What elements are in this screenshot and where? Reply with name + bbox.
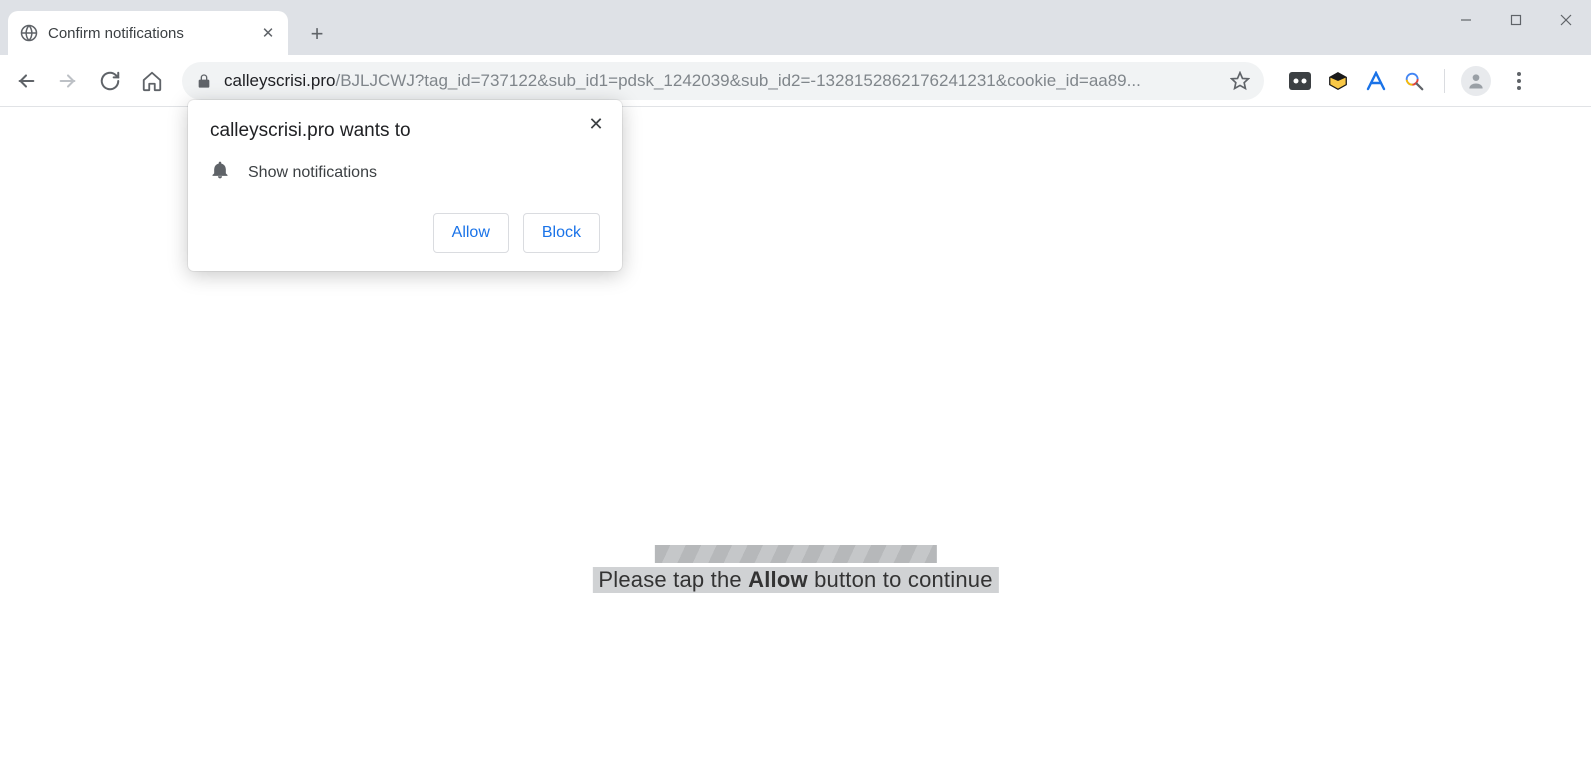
toolbar-divider: [1444, 69, 1445, 93]
msg-prefix: Please tap the: [598, 567, 748, 592]
close-window-button[interactable]: [1541, 0, 1591, 40]
url-text: calleyscrisi.pro/BJLJCWJ?tag_id=737122&s…: [224, 71, 1141, 91]
msg-suffix: button to continue: [808, 567, 993, 592]
globe-icon: [20, 24, 38, 42]
extension-icon-4[interactable]: [1400, 67, 1428, 95]
minimize-button[interactable]: [1441, 0, 1491, 40]
back-button[interactable]: [8, 63, 44, 99]
allow-button[interactable]: Allow: [433, 213, 509, 253]
titlebar: Confirm notifications ✕ +: [0, 0, 1591, 55]
fake-progress-bar: [655, 545, 937, 563]
new-tab-button[interactable]: +: [302, 19, 332, 49]
extensions-area: [1286, 63, 1537, 99]
profile-avatar[interactable]: [1461, 66, 1491, 96]
tab-title: Confirm notifications: [48, 25, 252, 42]
extension-icon-2[interactable]: [1324, 67, 1352, 95]
bell-icon: [210, 160, 230, 185]
close-icon[interactable]: ✕: [584, 112, 608, 136]
msg-bold: Allow: [748, 567, 808, 592]
lock-icon: [196, 73, 212, 89]
permission-title: calleyscrisi.pro wants to: [210, 120, 600, 142]
reload-button[interactable]: [92, 63, 128, 99]
permission-row: Show notifications: [210, 160, 600, 185]
page-content: Please tap the Allow button to continue: [592, 545, 998, 593]
maximize-button[interactable]: [1491, 0, 1541, 40]
url-path: /BJLJCWJ?tag_id=737122&sub_id1=pdsk_1242…: [335, 71, 1140, 90]
browser-tab[interactable]: Confirm notifications ✕: [8, 11, 288, 55]
extension-icon-1[interactable]: [1286, 67, 1314, 95]
bookmark-star-icon[interactable]: [1220, 71, 1250, 91]
permission-text: Show notifications: [248, 164, 377, 182]
url-host: calleyscrisi.pro: [224, 71, 335, 90]
window-controls: [1441, 0, 1591, 40]
home-button[interactable]: [134, 63, 170, 99]
address-bar[interactable]: calleyscrisi.pro/BJLJCWJ?tag_id=737122&s…: [182, 62, 1264, 100]
permission-prompt: ✕ calleyscrisi.pro wants to Show notific…: [188, 100, 622, 271]
permission-buttons: Allow Block: [210, 213, 600, 253]
browser-menu-button[interactable]: [1501, 63, 1537, 99]
forward-button[interactable]: [50, 63, 86, 99]
tab-close-icon[interactable]: ✕: [260, 25, 276, 41]
page-message: Please tap the Allow button to continue: [592, 567, 998, 593]
block-button[interactable]: Block: [523, 213, 600, 253]
extension-icon-3[interactable]: [1362, 67, 1390, 95]
